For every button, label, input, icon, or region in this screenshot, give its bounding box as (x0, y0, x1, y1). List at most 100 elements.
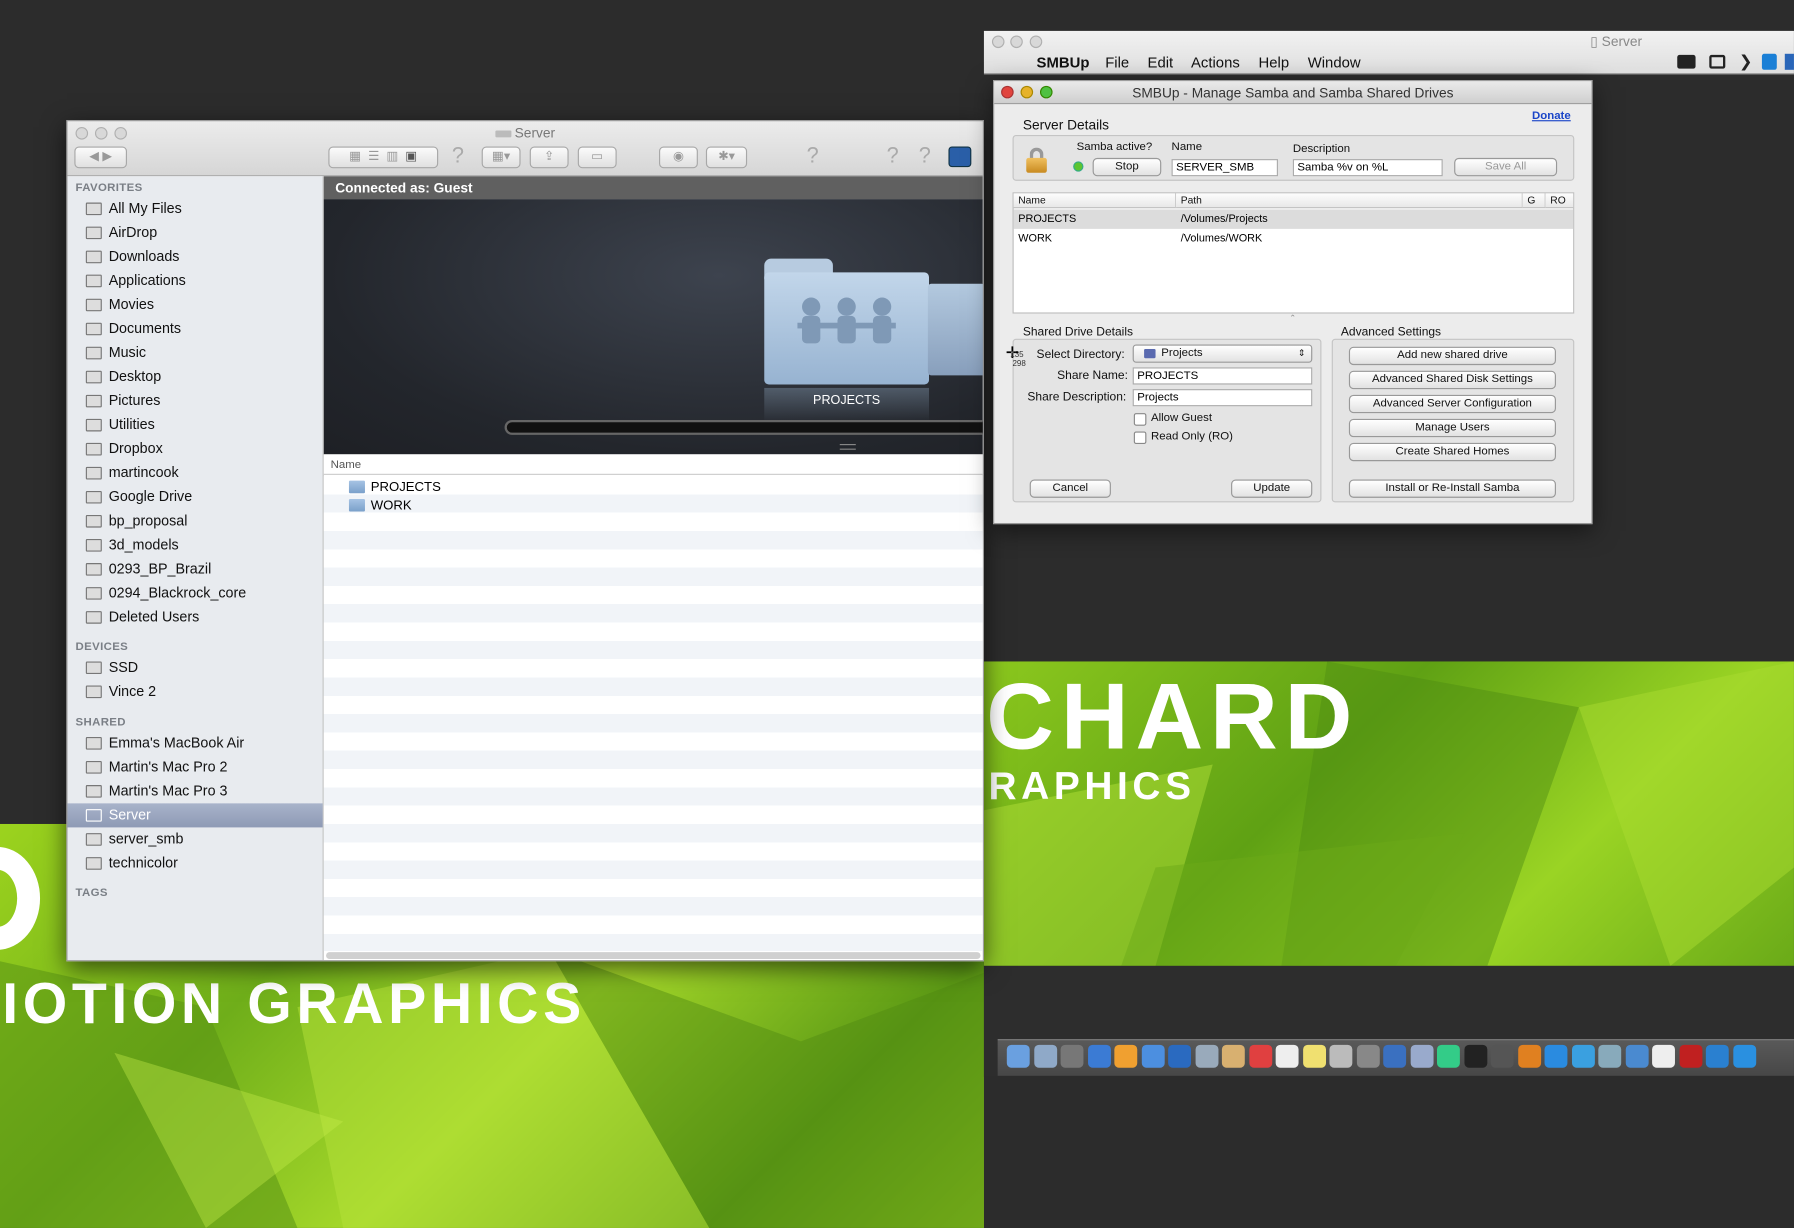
dock-app-icon[interactable] (1678, 1044, 1702, 1068)
dock-app-icon[interactable] (1463, 1044, 1487, 1068)
server-name-field[interactable]: SERVER_SMB (1171, 159, 1278, 177)
dock-app-icon[interactable] (1141, 1044, 1165, 1068)
dock-app-icon[interactable] (1410, 1044, 1433, 1068)
sidebar-item-vince-2[interactable]: Vince 2 (68, 680, 323, 704)
sidebar-item-technicolor[interactable]: technicolor (68, 851, 323, 875)
action-button[interactable]: ✱▾ (705, 146, 748, 169)
close-button[interactable] (1001, 85, 1014, 99)
column-view-icon[interactable]: ▥ (386, 150, 398, 164)
sidebar-item-server-smb[interactable]: server_smb (68, 827, 323, 851)
dock-app-icon[interactable] (1329, 1044, 1353, 1068)
share-name-field[interactable]: PROJECTS (1132, 367, 1313, 385)
dock-app-icon[interactable] (1168, 1044, 1192, 1068)
column-header-readonly[interactable]: RO (1545, 193, 1574, 209)
dock-app-icon[interactable] (1544, 1044, 1568, 1068)
table-row[interactable]: PROJECTS /Volumes/Projects (1013, 209, 1574, 229)
sidebar-item-ssd[interactable]: SSD (68, 656, 323, 680)
arrange-button[interactable]: ▦▾ (481, 146, 521, 169)
resize-handle[interactable] (839, 444, 856, 450)
view-mode-control[interactable]: ▦ ☰ ▥ ▣ (328, 146, 439, 169)
missing-toolbar-icon-4[interactable]: ? (919, 144, 931, 169)
list-header-name[interactable]: Name (323, 454, 983, 475)
sidebar-item-downloads[interactable]: Downloads (68, 245, 323, 269)
sidebar-item-bp-proposal[interactable]: bp_proposal (68, 509, 323, 533)
edit-tags-button[interactable]: ▭ (577, 146, 617, 169)
dock-app-icon[interactable] (1517, 1044, 1541, 1068)
shared-folder-icon[interactable] (764, 258, 930, 385)
dock-app-icon[interactable] (1033, 1044, 1057, 1068)
dock-app-icon[interactable] (1625, 1044, 1649, 1068)
share-button[interactable]: ⇪ (529, 146, 569, 169)
sidebar-item-google-drive[interactable]: Google Drive (68, 485, 323, 509)
donate-link[interactable]: Donate (1532, 110, 1571, 123)
dock-app-icon[interactable] (1275, 1044, 1299, 1068)
column-header-path[interactable]: Path (1176, 193, 1523, 209)
add-shared-drive-button[interactable]: Add new shared drive (1348, 346, 1556, 366)
icon-view-icon[interactable]: ▦ (349, 150, 361, 164)
stop-button[interactable]: Stop (1092, 157, 1162, 177)
sidebar-item-martin-s-mac-pro-3[interactable]: Martin's Mac Pro 3 (68, 779, 323, 803)
sidebar-item-all-my-files[interactable]: All My Files (68, 197, 323, 221)
description-field[interactable]: Samba %v on %L (1292, 159, 1443, 177)
display-icon[interactable] (1677, 54, 1696, 69)
minimize-button[interactable] (1020, 85, 1034, 99)
dock-app-icon[interactable] (1652, 1044, 1675, 1068)
dock-app-icon[interactable] (1356, 1044, 1380, 1068)
dock-app-icon[interactable] (1060, 1044, 1084, 1068)
sidebar-item-utilities[interactable]: Utilities (68, 413, 323, 437)
lock-icon[interactable] (1026, 147, 1047, 173)
dock-app-icon[interactable] (1490, 1044, 1514, 1068)
menu-window[interactable]: Window (1308, 54, 1361, 71)
horizontal-scrollbar[interactable] (326, 952, 981, 960)
sidebar-item-desktop[interactable]: Desktop (68, 365, 323, 389)
sidebar-item-movies[interactable]: Movies (68, 293, 323, 317)
update-button[interactable]: Update (1231, 479, 1313, 498)
coverflow-view[interactable]: PROJECTS (323, 199, 983, 455)
dock-app-icon[interactable] (1383, 1044, 1407, 1068)
create-shared-homes-button[interactable]: Create Shared Homes (1348, 442, 1556, 462)
missing-toolbar-icon[interactable]: ? (452, 144, 464, 169)
next-folder-icon[interactable] (927, 283, 983, 376)
allow-guest-checkbox[interactable] (1133, 413, 1147, 426)
advanced-shared-disk-settings-button[interactable]: Advanced Shared Disk Settings (1348, 370, 1556, 390)
save-all-button[interactable]: Save All (1454, 157, 1558, 177)
dock-app-icon[interactable] (1302, 1044, 1326, 1068)
sidebar-item-airdrop[interactable]: AirDrop (68, 221, 323, 245)
sidebar-item-martincook[interactable]: martincook (68, 461, 323, 485)
menu-file[interactable]: File (1105, 54, 1129, 71)
missing-toolbar-icon-2[interactable]: ? (807, 144, 819, 169)
list-view-icon[interactable]: ☰ (368, 150, 379, 164)
manage-users-button[interactable]: Manage Users (1348, 418, 1556, 438)
menu-help[interactable]: Help (1259, 54, 1290, 71)
frame-close-button[interactable] (991, 35, 1005, 49)
missing-toolbar-icon-3[interactable]: ? (887, 144, 899, 169)
dock-app-icon[interactable] (1732, 1044, 1756, 1068)
share-description-field[interactable]: Projects (1132, 389, 1313, 407)
dock-app-icon[interactable] (1436, 1044, 1460, 1068)
chevron-right-icon[interactable]: ❯ (1739, 51, 1752, 70)
select-directory-popup[interactable]: Projects ⇕ (1132, 344, 1313, 363)
sidebar-item-server[interactable]: Server (67, 803, 323, 828)
allow-guest-label[interactable]: Allow Guest (1151, 412, 1212, 425)
menu-edit[interactable]: Edit (1148, 54, 1174, 71)
back-forward-button[interactable]: ◀ ▶ (74, 146, 127, 169)
table-row[interactable]: WORK /Volumes/WORK (1014, 229, 1573, 248)
quick-look-button[interactable]: ◉ (659, 146, 698, 169)
cancel-button[interactable]: Cancel (1029, 479, 1111, 498)
menu-actions[interactable]: Actions (1191, 54, 1240, 71)
skype-status-icon[interactable] (1761, 53, 1777, 70)
app-menu[interactable]: SMBUp (1037, 54, 1090, 71)
sidebar-item-dropbox[interactable]: Dropbox (68, 437, 323, 461)
frame-minimize-button[interactable] (1010, 35, 1023, 49)
dock-app-icon[interactable] (1221, 1044, 1245, 1068)
read-only-label[interactable]: Read Only (RO) (1151, 430, 1233, 443)
dock-app-icon[interactable] (1571, 1044, 1595, 1068)
advanced-server-configuration-button[interactable]: Advanced Server Configuration (1348, 394, 1556, 414)
column-header-guest[interactable]: G (1522, 193, 1546, 209)
sidebar-item-pictures[interactable]: Pictures (68, 389, 323, 413)
dock-app-icon[interactable] (1087, 1044, 1111, 1068)
window-icon[interactable] (1709, 54, 1726, 69)
read-only-checkbox[interactable] (1133, 431, 1147, 445)
sidebar-item-documents[interactable]: Documents (68, 317, 323, 341)
file-row[interactable]: WORK (348, 497, 412, 515)
